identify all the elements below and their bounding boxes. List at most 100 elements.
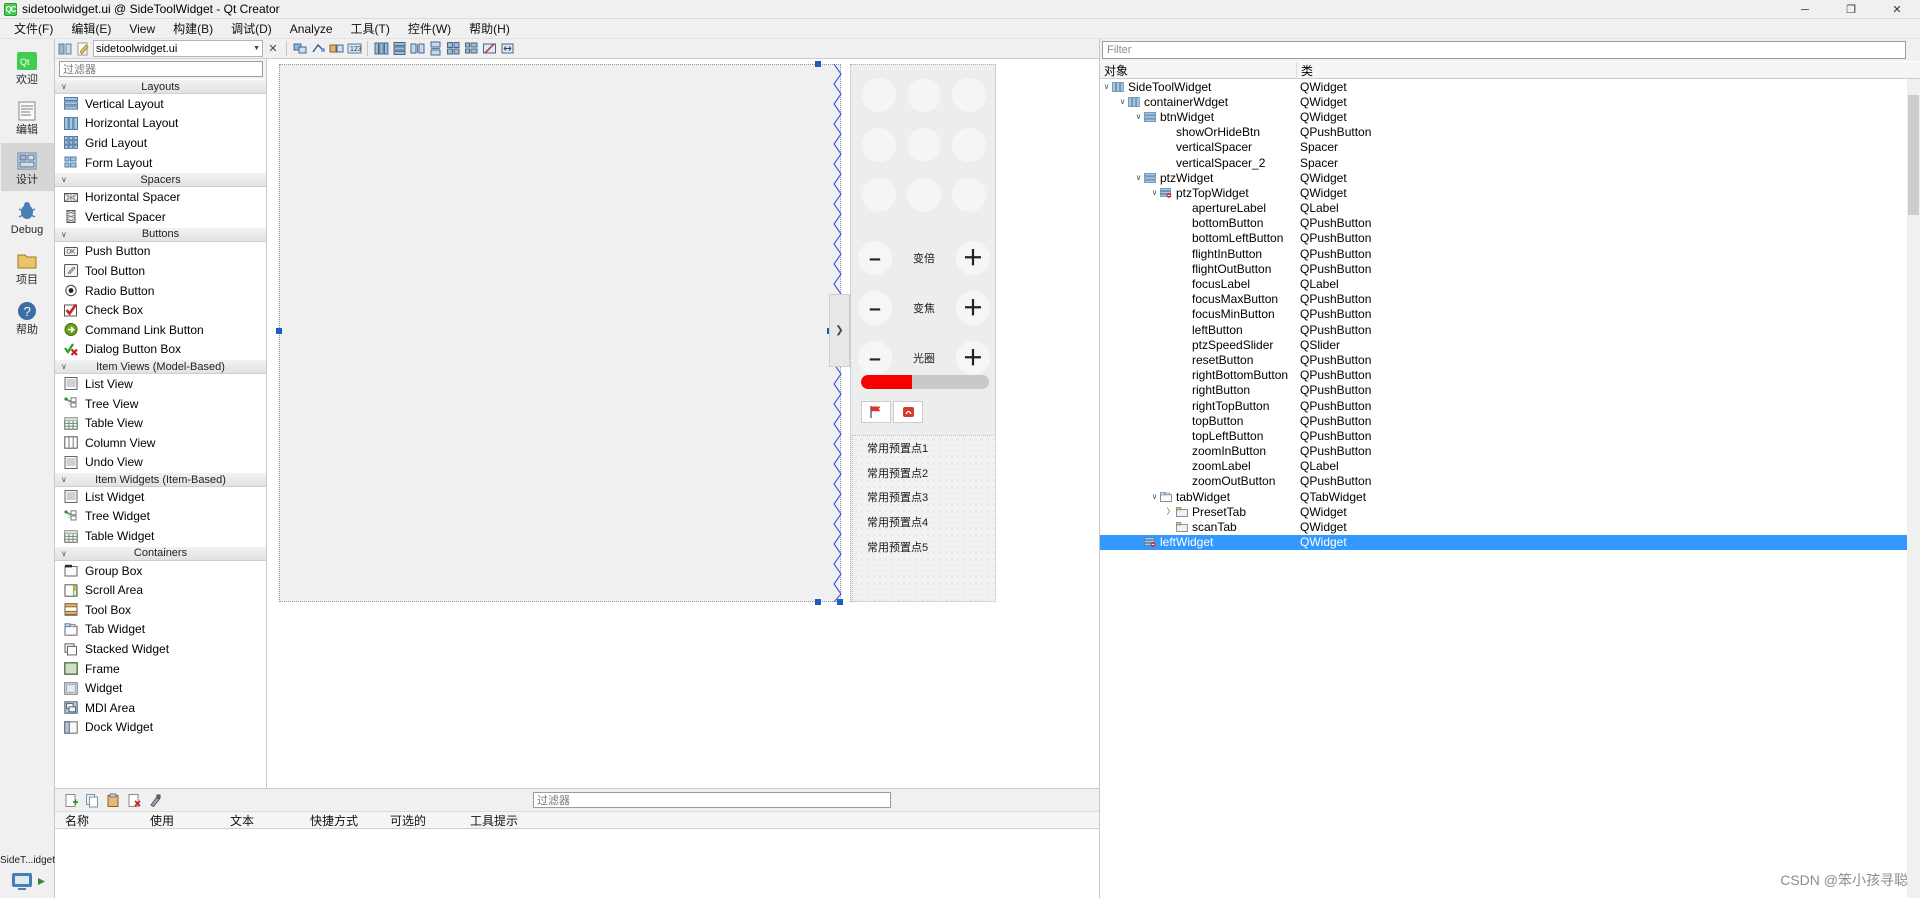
form-left-widget[interactable] [279,64,841,602]
object-tree-row[interactable]: ∨ SideToolWidget QWidget [1100,79,1920,94]
object-tree-row[interactable]: showOrHideBtn QPushButton [1100,125,1920,140]
object-tree-row[interactable]: focusMinButton QPushButton [1100,307,1920,322]
widget-item-radio-button[interactable]: Radio Button [55,280,266,301]
chevron-down-icon[interactable]: ∨ [1134,173,1143,182]
widget-item-undo-view[interactable]: Undo View [55,452,266,473]
layout-form-icon[interactable] [463,41,479,57]
widget-group-buttons[interactable]: ∨ Buttons [55,226,266,242]
widget-item-check-box[interactable]: Check Box [55,300,266,320]
object-tree-row[interactable]: resetButton QPushButton [1100,352,1920,367]
zoom-row-minus-button[interactable]: – [858,241,892,275]
object-tree-scrollbar[interactable] [1907,79,1920,898]
object-tree-row[interactable]: 〉 PresetTab QWidget [1100,504,1920,519]
action-editor-table[interactable] [55,829,1099,898]
run-button[interactable] [9,868,46,894]
object-tree-row[interactable]: verticalSpacer_2 Spacer [1100,155,1920,170]
chevron-down-icon[interactable]: 〉 [1166,506,1175,517]
widget-item-mdi-area[interactable]: MDI Area [55,698,266,718]
widget-item-horizontal-layout[interactable]: Horizontal Layout [55,113,266,134]
close-file-icon[interactable]: ✕ [265,41,281,57]
widget-item-tree-widget[interactable]: Tree Widget [55,506,266,527]
object-tree-row[interactable]: ∨ ptzWidget QWidget [1100,170,1920,185]
widget-item-column-view[interactable]: Column View [55,432,266,453]
object-tree-row[interactable]: rightTopButton QPushButton [1100,398,1920,413]
object-inspector-filter[interactable]: Filter [1102,41,1906,59]
ptz-left-button[interactable] [862,128,896,162]
object-tree-row[interactable]: apertureLabel QLabel [1100,201,1920,216]
mode-帮助[interactable]: ? 帮助 [1,293,54,341]
minimize-button[interactable]: ─ [1782,0,1828,19]
preset-item[interactable]: 常用预置点3 [853,485,995,510]
layout-vertically-icon[interactable] [391,41,407,57]
widget-group-containers[interactable]: ∨ Containers [55,545,266,561]
widget-group-item-views-model-based-[interactable]: ∨ Item Views (Model-Based) [55,359,266,375]
preset-tab-button[interactable] [861,401,891,423]
preset-list-area[interactable]: 常用预置点1 常用预置点2 常用预置点3 常用预置点4 常用预置点5 [852,435,996,602]
widget-item-tool-box[interactable]: Tool Box [55,600,266,620]
preset-item[interactable]: 常用预置点4 [853,510,995,535]
edit-tab-order-icon[interactable]: 123 [346,41,362,57]
layout-grid-icon[interactable] [445,41,461,57]
object-tree-row[interactable]: ∨ ptzTopWidget QWidget [1100,185,1920,200]
widget-item-table-widget[interactable]: Table Widget [55,526,266,546]
paste-icon[interactable] [105,792,122,809]
widget-group-spacers[interactable]: ∨ Spacers [55,172,266,188]
widget-item-vertical-spacer[interactable]: Vertical Spacer [55,206,266,227]
layout-splitter-horizontal-icon[interactable] [409,41,425,57]
mode-欢迎[interactable]: Qt 欢迎 [1,43,54,91]
menu-help[interactable]: 帮助(H) [460,18,519,39]
object-inspector-tree[interactable]: ∨ SideToolWidget QWidget ∨ containerWdget QWi… [1100,79,1920,898]
widget-group-layouts[interactable]: ∨ Layouts [55,79,266,94]
object-tree-row[interactable]: ∨ containerWdget QWidget [1100,94,1920,109]
menu-debug[interactable]: 调试(D) [222,18,281,39]
chevron-down-icon[interactable]: ∨ [1102,82,1111,91]
widget-item-stacked-widget[interactable]: Stacked Widget [55,639,266,659]
menu-view[interactable]: View [120,20,164,38]
object-tree-row[interactable]: ∨ tabWidget QTabWidget [1100,489,1920,504]
mode-编辑[interactable]: 编辑 [1,93,54,141]
selection-handle[interactable] [276,328,282,334]
widget-item-dialog-button-box[interactable]: Dialog Button Box [55,339,266,360]
new-action-icon[interactable] [63,792,80,809]
object-tree-row[interactable]: flightInButton QPushButton [1100,246,1920,261]
object-tree-row[interactable]: rightButton QPushButton [1100,383,1920,398]
layout-break-icon[interactable] [481,41,497,57]
object-tree-row[interactable]: scanTab QWidget [1100,519,1920,534]
action-column-header[interactable]: 文本 [220,812,300,829]
object-tree-row[interactable]: focusMaxButton QPushButton [1100,292,1920,307]
preset-item[interactable]: 常用预置点2 [853,461,995,486]
edit-buddies-icon[interactable] [328,41,344,57]
action-column-header[interactable]: 名称 [55,812,140,829]
widget-item-command-link-button[interactable]: Command Link Button [55,319,266,340]
widget-item-grid-layout[interactable]: Grid Layout [55,133,266,153]
widget-item-list-view[interactable]: List View [55,374,266,394]
maximize-button[interactable]: ❐ [1828,0,1874,19]
object-tree-row[interactable]: ∨ btnWidget QWidget [1100,109,1920,124]
menu-analyze[interactable]: Analyze [281,20,342,38]
aperture-row-minus-button[interactable]: – [858,341,892,375]
widget-box-list[interactable]: ∨ Layouts Vertical Layout Horizontal Layout… [55,79,266,788]
object-tree-row[interactable]: zoomOutButton QPushButton [1100,474,1920,489]
mode-项目[interactable]: 项目 [1,243,54,291]
object-tree-row[interactable]: ptzSpeedSlider QSlider [1100,337,1920,352]
close-button[interactable]: ✕ [1874,0,1920,19]
menu-build[interactable]: 构建(B) [164,18,222,39]
chevron-down-icon[interactable]: ∨ [1150,188,1159,197]
ptz-top-right-button[interactable] [952,78,986,112]
layout-horizontally-icon[interactable] [373,41,389,57]
action-column-header[interactable]: 可选的 [380,812,460,829]
action-column-header[interactable]: 工具提示 [460,812,580,829]
widget-item-horizontal-spacer[interactable]: Horizontal Spacer [55,187,266,207]
open-file-combobox[interactable]: sidetoolwidget.ui ▼ [93,40,263,57]
object-tree-row[interactable]: leftButton QPushButton [1100,322,1920,337]
widget-item-vertical-layout[interactable]: Vertical Layout [55,94,266,114]
scan-tab-button[interactable] [893,401,923,423]
ptz-bottom-left-button[interactable] [862,178,896,212]
ptz-speed-slider[interactable] [861,375,989,389]
object-tree-row[interactable]: flightOutButton QPushButton [1100,261,1920,276]
ptz-right-button[interactable] [952,128,986,162]
copy-icon[interactable] [84,792,101,809]
widget-item-tree-view[interactable]: Tree View [55,393,266,414]
ptz-preview-widget[interactable]: – 变倍 ＋ – 变焦 ＋ – 光圈 ＋ 常用预置点1 常用预置点2 常用预置点3 常用预置点4 常用预… [850,64,996,602]
edit-widgets-icon[interactable] [292,41,308,57]
